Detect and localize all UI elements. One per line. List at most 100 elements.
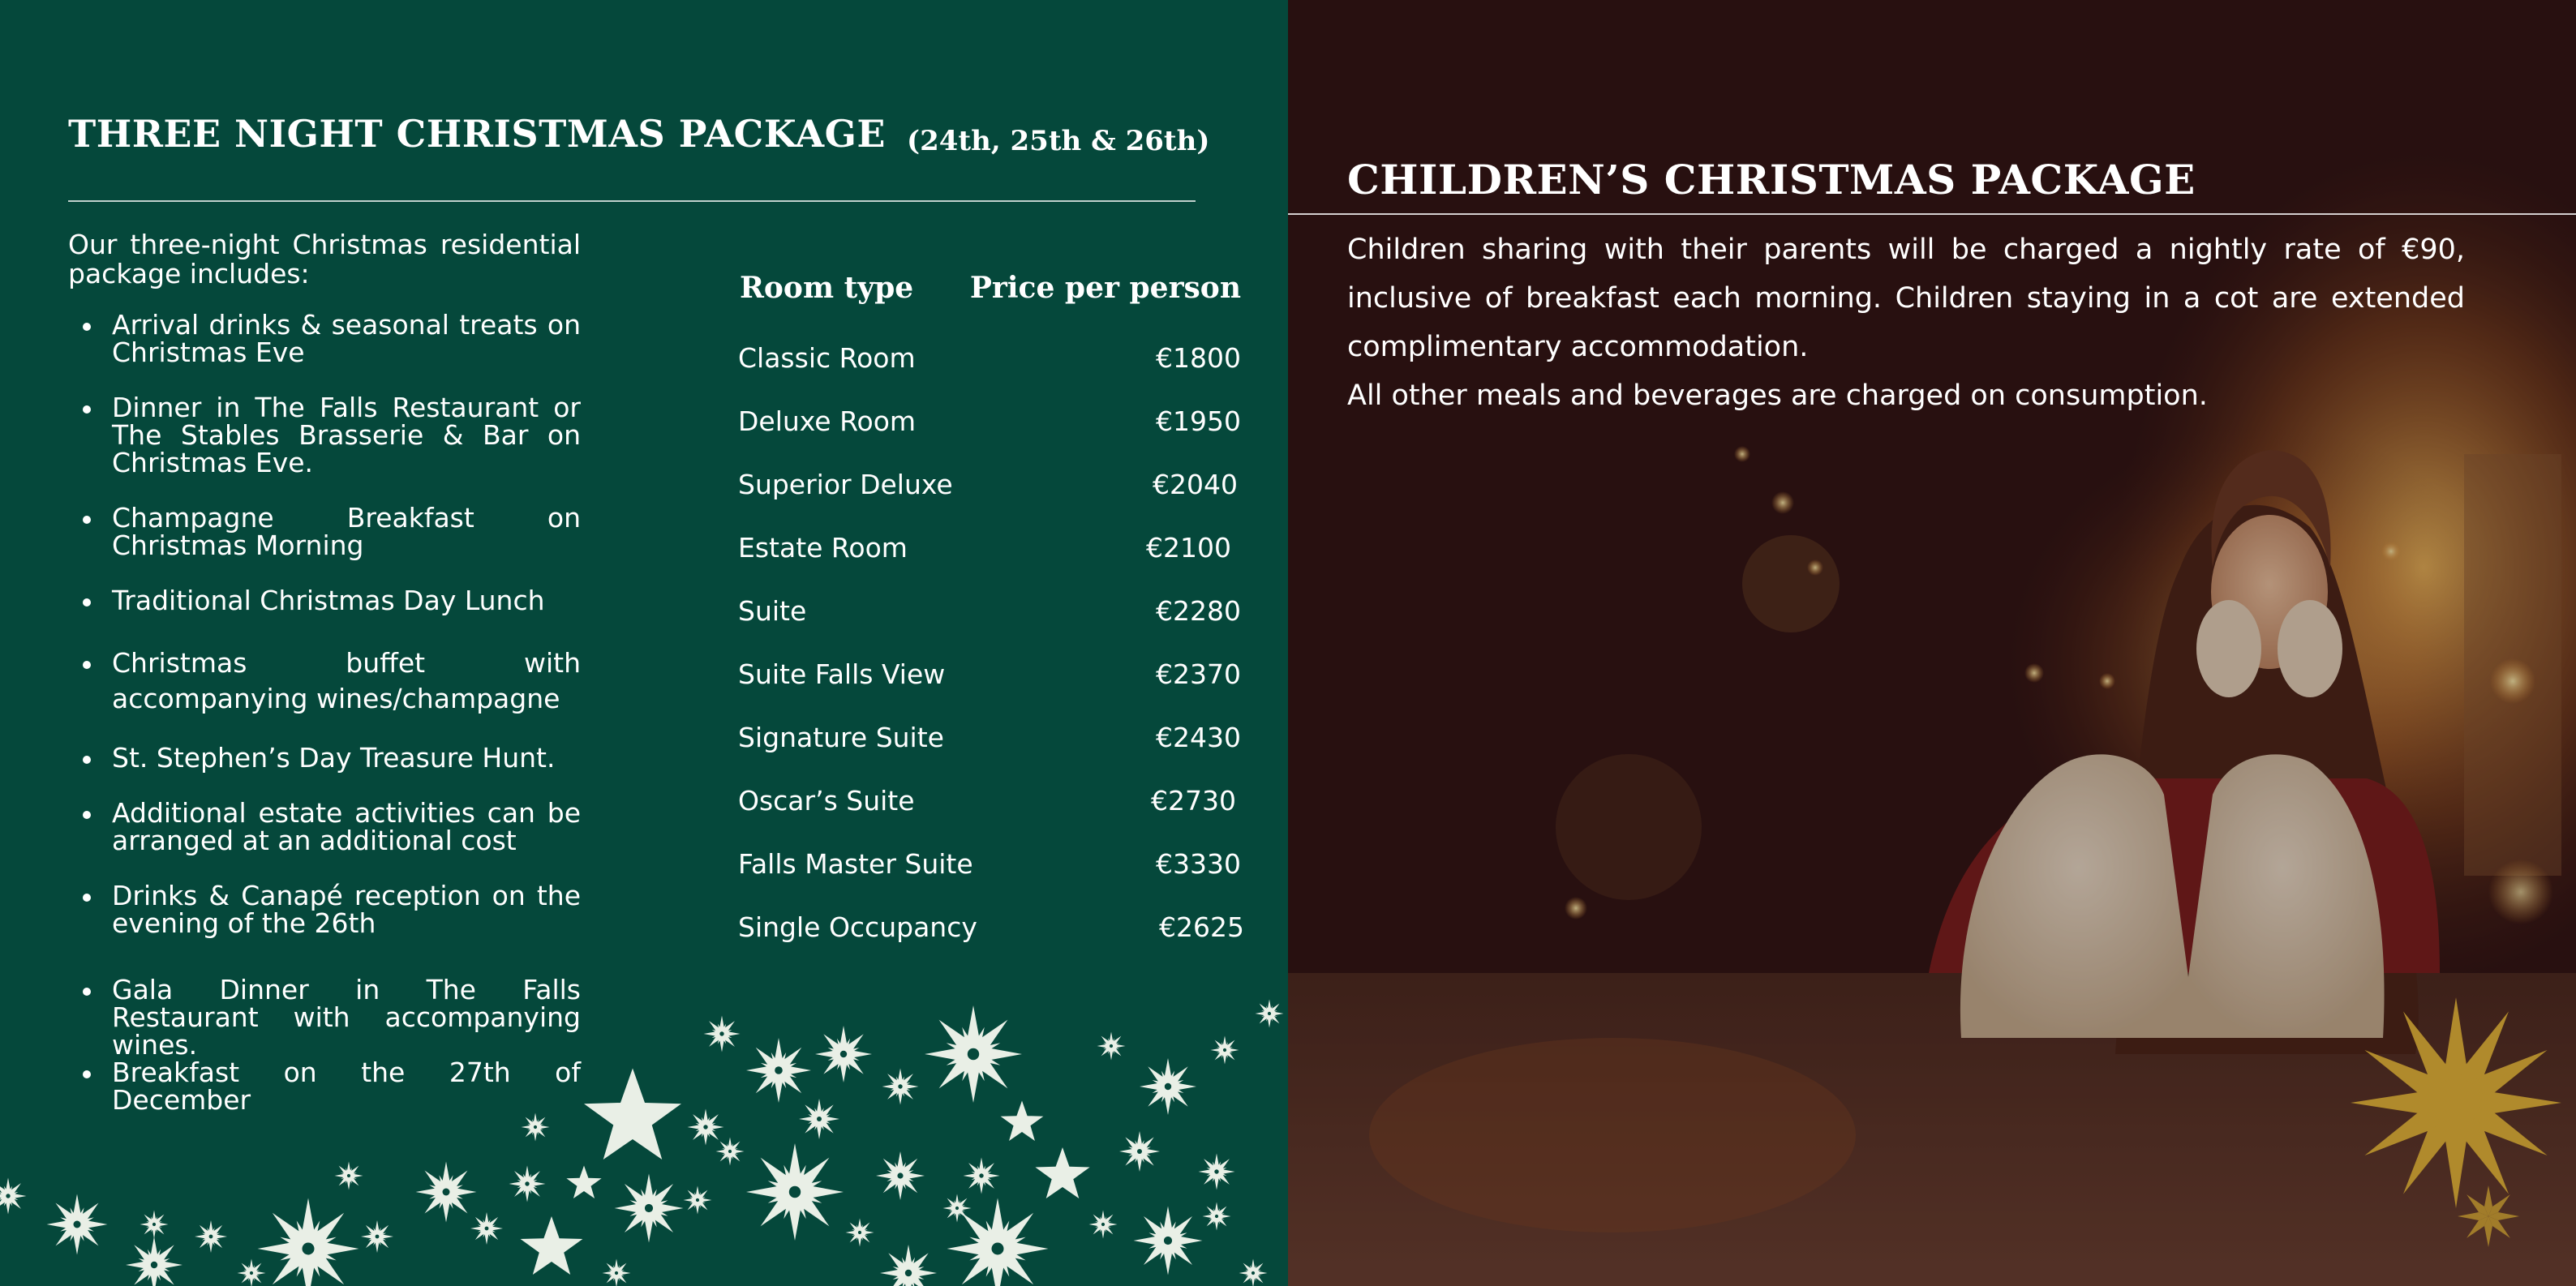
bullet-icon [83,1070,91,1078]
snowflake-icon [415,1161,477,1223]
snowflake-icon [876,1151,925,1200]
table-row: Signature Suite €2430 [738,722,1241,754]
list-item: Drinks & Canapé reception on the evening… [68,882,581,937]
table-row: Superior Deluxe €2040 [738,469,1241,501]
snowflake-icon [361,1220,393,1253]
bullet-icon [83,516,91,524]
room-name: Classic Room [738,342,916,374]
snowflake-icon [746,1143,844,1241]
list-item: Breakfast on the 27th of December [68,1059,581,1114]
price-header: Price per person [969,271,1241,305]
snowflake-icon [520,1216,583,1275]
snowflake-icon [195,1220,227,1253]
bullet-icon [83,811,91,819]
snowflake-icon [566,1165,602,1198]
room-price: €2625 [1159,911,1244,943]
snowflake-icon [845,1218,874,1247]
snowflake-icon [1239,1258,1268,1286]
snowflake-icon [1133,1206,1203,1275]
children-title-divider [1288,213,2576,215]
snowflake-icon [683,1185,712,1215]
snowflake-icon [1035,1147,1090,1198]
bullet-icon [83,894,91,902]
snowflake-icon [925,1005,1022,1103]
snowflake-icon [334,1161,363,1190]
package-intro: Our three-night Christmas residential pa… [68,229,581,289]
list-item: Champagne Breakfast on Christmas Morning [68,504,581,559]
snowflake-icon [880,1245,937,1286]
meals-note: All other meals and beverages are charge… [1347,379,2208,412]
room-name: Falls Master Suite [738,848,973,880]
snowflake-icon [602,1258,631,1286]
bullet-icon [83,756,91,764]
snowflake-icon [882,1068,919,1105]
snowflake-icon [584,1068,681,1160]
title-divider [68,200,1196,202]
table-row: Oscar’s Suite €2730 [738,785,1241,817]
snowflake-icon [257,1198,359,1286]
room-type-header: Room type [740,271,914,305]
table-row: Deluxe Room €1950 [738,405,1241,438]
snowflake-icon [1140,1058,1196,1115]
room-name: Single Occupancy [738,911,977,943]
snowflake-icon [1000,1100,1044,1141]
list-item: Additional estate activities can be arra… [68,799,581,855]
room-price: €1950 [1156,405,1241,437]
snowflake-icon [521,1112,550,1142]
room-price: €2430 [1156,722,1241,753]
children-package-description: Children sharing with their parents will… [1347,234,2465,363]
room-price: €2730 [1151,785,1236,817]
snowflake-icon [1119,1131,1160,1172]
bullet-icon [83,598,91,607]
snowflake-icon [1210,1035,1239,1065]
table-row: Classic Room €1800 [738,342,1241,375]
room-name: Signature Suite [738,722,944,753]
snowflake-icon [0,1177,27,1215]
list-item: Arrival drinks & seasonal treats on Chri… [68,311,581,367]
table-row: Falls Master Suite €3330 [738,848,1241,881]
room-name: Estate Room [738,532,908,564]
snowflake-icon [942,1194,972,1223]
table-row: Suite €2280 [738,595,1241,628]
snowflake-icon [237,1258,266,1286]
snowflake-icon [126,1237,182,1286]
table-row: Suite Falls View €2370 [738,658,1241,691]
snowflake-icon [614,1173,684,1243]
list-item: Traditional Christmas Day Lunch [68,587,581,615]
snowflake-icon [703,1015,741,1052]
snowflake-icon [470,1212,503,1245]
snowflake-icon [963,1157,1000,1194]
bullet-icon [83,323,91,331]
snowflake-icon [1255,999,1284,1028]
children-package-title: CHILDREN’S CHRISTMAS PACKAGE [1347,156,2196,204]
bullet-icon [83,988,91,996]
gold-star-icon [2458,1185,2519,1247]
three-night-package-panel: THREE NIGHT CHRISTMAS PACKAGE (24th, 25t… [0,0,1288,1286]
table-row: Single Occupancy €2625 [738,911,1244,944]
snowflake-icon [140,1210,169,1239]
snowflake-icon [746,1038,811,1103]
list-item: Gala Dinner in The Falls Restaurant with… [68,976,581,1059]
room-name: Suite Falls View [738,658,946,690]
list-item: St. Stephen’s Day Treasure Hunt. [68,744,581,772]
room-name: Deluxe Room [738,405,917,437]
room-price: €1800 [1156,342,1241,374]
room-price: €2370 [1156,658,1241,690]
snowflake-icon [1097,1031,1126,1061]
bullet-icon [83,405,91,414]
table-row: Estate Room €2100 [738,532,1241,564]
list-item: Dinner in The Falls Restaurant or The St… [68,394,581,477]
snowflake-icon [1198,1153,1235,1190]
package-dates: (24th, 25th & 26th) [907,125,1210,157]
room-price: €2280 [1156,595,1241,627]
room-price: €2100 [1146,532,1231,564]
snowflake-icon [799,1099,839,1139]
snowflake-icon [947,1198,1049,1286]
package-title: THREE NIGHT CHRISTMAS PACKAGE [68,112,886,156]
snowflake-icon [46,1194,108,1255]
bullet-icon [83,661,91,669]
room-name: Oscar’s Suite [738,785,915,817]
room-name: Superior Deluxe [738,469,953,500]
snowflake-icon [1088,1210,1118,1239]
snowflake-icon [715,1137,745,1166]
